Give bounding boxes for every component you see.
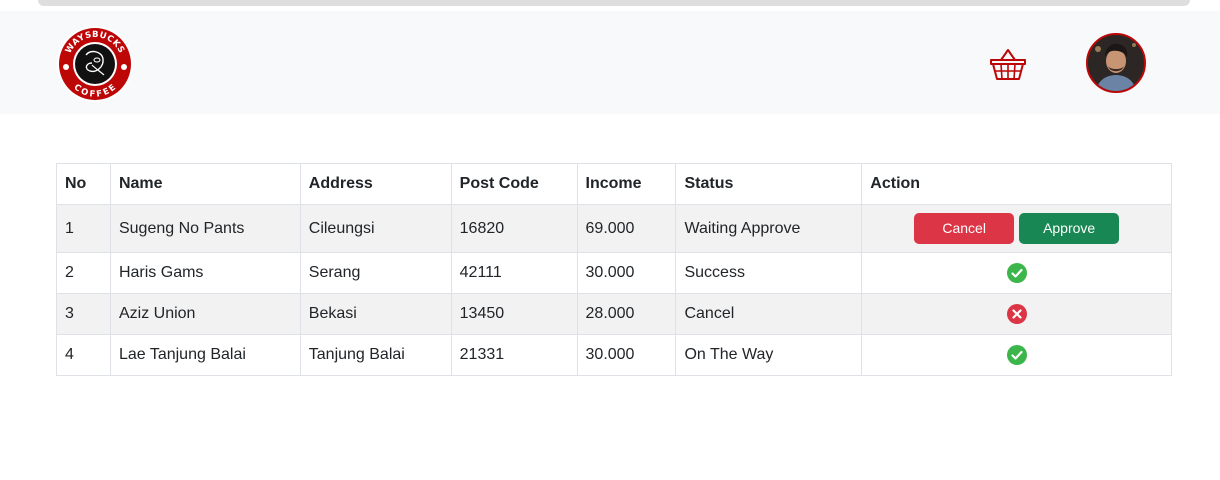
cancel-button[interactable]: Cancel (914, 213, 1015, 244)
navbar: WAYSBUCKS COFFEE (0, 11, 1220, 114)
table-header-row: No Name Address Post Code Income Status … (56, 163, 1172, 205)
cell-name: Haris Gams (109, 252, 301, 294)
header-no: No (56, 163, 111, 205)
waysbucks-logo[interactable]: WAYSBUCKS COFFEE (56, 25, 134, 103)
cell-action (861, 252, 1172, 294)
table-row: 4 Lae Tanjung Balai Tanjung Balai 21331 … (56, 334, 1172, 376)
x-circle-icon (1006, 304, 1027, 324)
cell-address: Cileungsi (299, 204, 452, 253)
cell-no: 2 (56, 252, 111, 294)
cell-address: Serang (299, 252, 452, 294)
cell-income: 69.000 (576, 204, 677, 253)
user-avatar[interactable] (1086, 33, 1146, 93)
cell-action (861, 334, 1172, 376)
check-circle-icon (1006, 345, 1027, 365)
cell-no: 4 (56, 334, 111, 376)
cell-income: 28.000 (576, 293, 677, 335)
cell-name: Lae Tanjung Balai (109, 334, 301, 376)
cell-post-code: 16820 (450, 204, 578, 253)
table-row: 1 Sugeng No Pants Cileungsi 16820 69.000… (56, 204, 1172, 253)
cell-income: 30.000 (576, 252, 677, 294)
header-status: Status (675, 163, 863, 205)
header-name: Name (109, 163, 301, 205)
header-action: Action (861, 163, 1172, 205)
cell-name: Aziz Union (109, 293, 301, 335)
cell-action (861, 293, 1172, 335)
cell-status: Success (675, 252, 863, 294)
approve-button[interactable]: Approve (1019, 213, 1120, 244)
check-circle-icon (1006, 263, 1027, 283)
cell-post-code: 42111 (450, 252, 578, 294)
basket-icon[interactable] (989, 46, 1027, 82)
header-address: Address (299, 163, 452, 205)
transactions-table: No Name Address Post Code Income Status … (56, 163, 1172, 376)
cell-no: 1 (56, 204, 111, 253)
cell-status: Waiting Approve (675, 204, 863, 253)
cell-status: Cancel (675, 293, 863, 335)
cell-no: 3 (56, 293, 111, 335)
cell-name: Sugeng No Pants (109, 204, 301, 253)
header-post-code: Post Code (450, 163, 578, 205)
cell-address: Tanjung Balai (299, 334, 452, 376)
cell-post-code: 13450 (450, 293, 578, 335)
cell-post-code: 21331 (450, 334, 578, 376)
cell-address: Bekasi (299, 293, 452, 335)
table-row: 3 Aziz Union Bekasi 13450 28.000 Cancel (56, 293, 1172, 335)
cell-action: Cancel Approve (861, 204, 1172, 253)
table-row: 2 Haris Gams Serang 42111 30.000 Success (56, 252, 1172, 294)
browser-window-edge (38, 0, 1190, 6)
header-income: Income (576, 163, 677, 205)
transactions-table-container: No Name Address Post Code Income Status … (56, 163, 1172, 376)
cell-income: 30.000 (576, 334, 677, 376)
cell-status: On The Way (675, 334, 863, 376)
